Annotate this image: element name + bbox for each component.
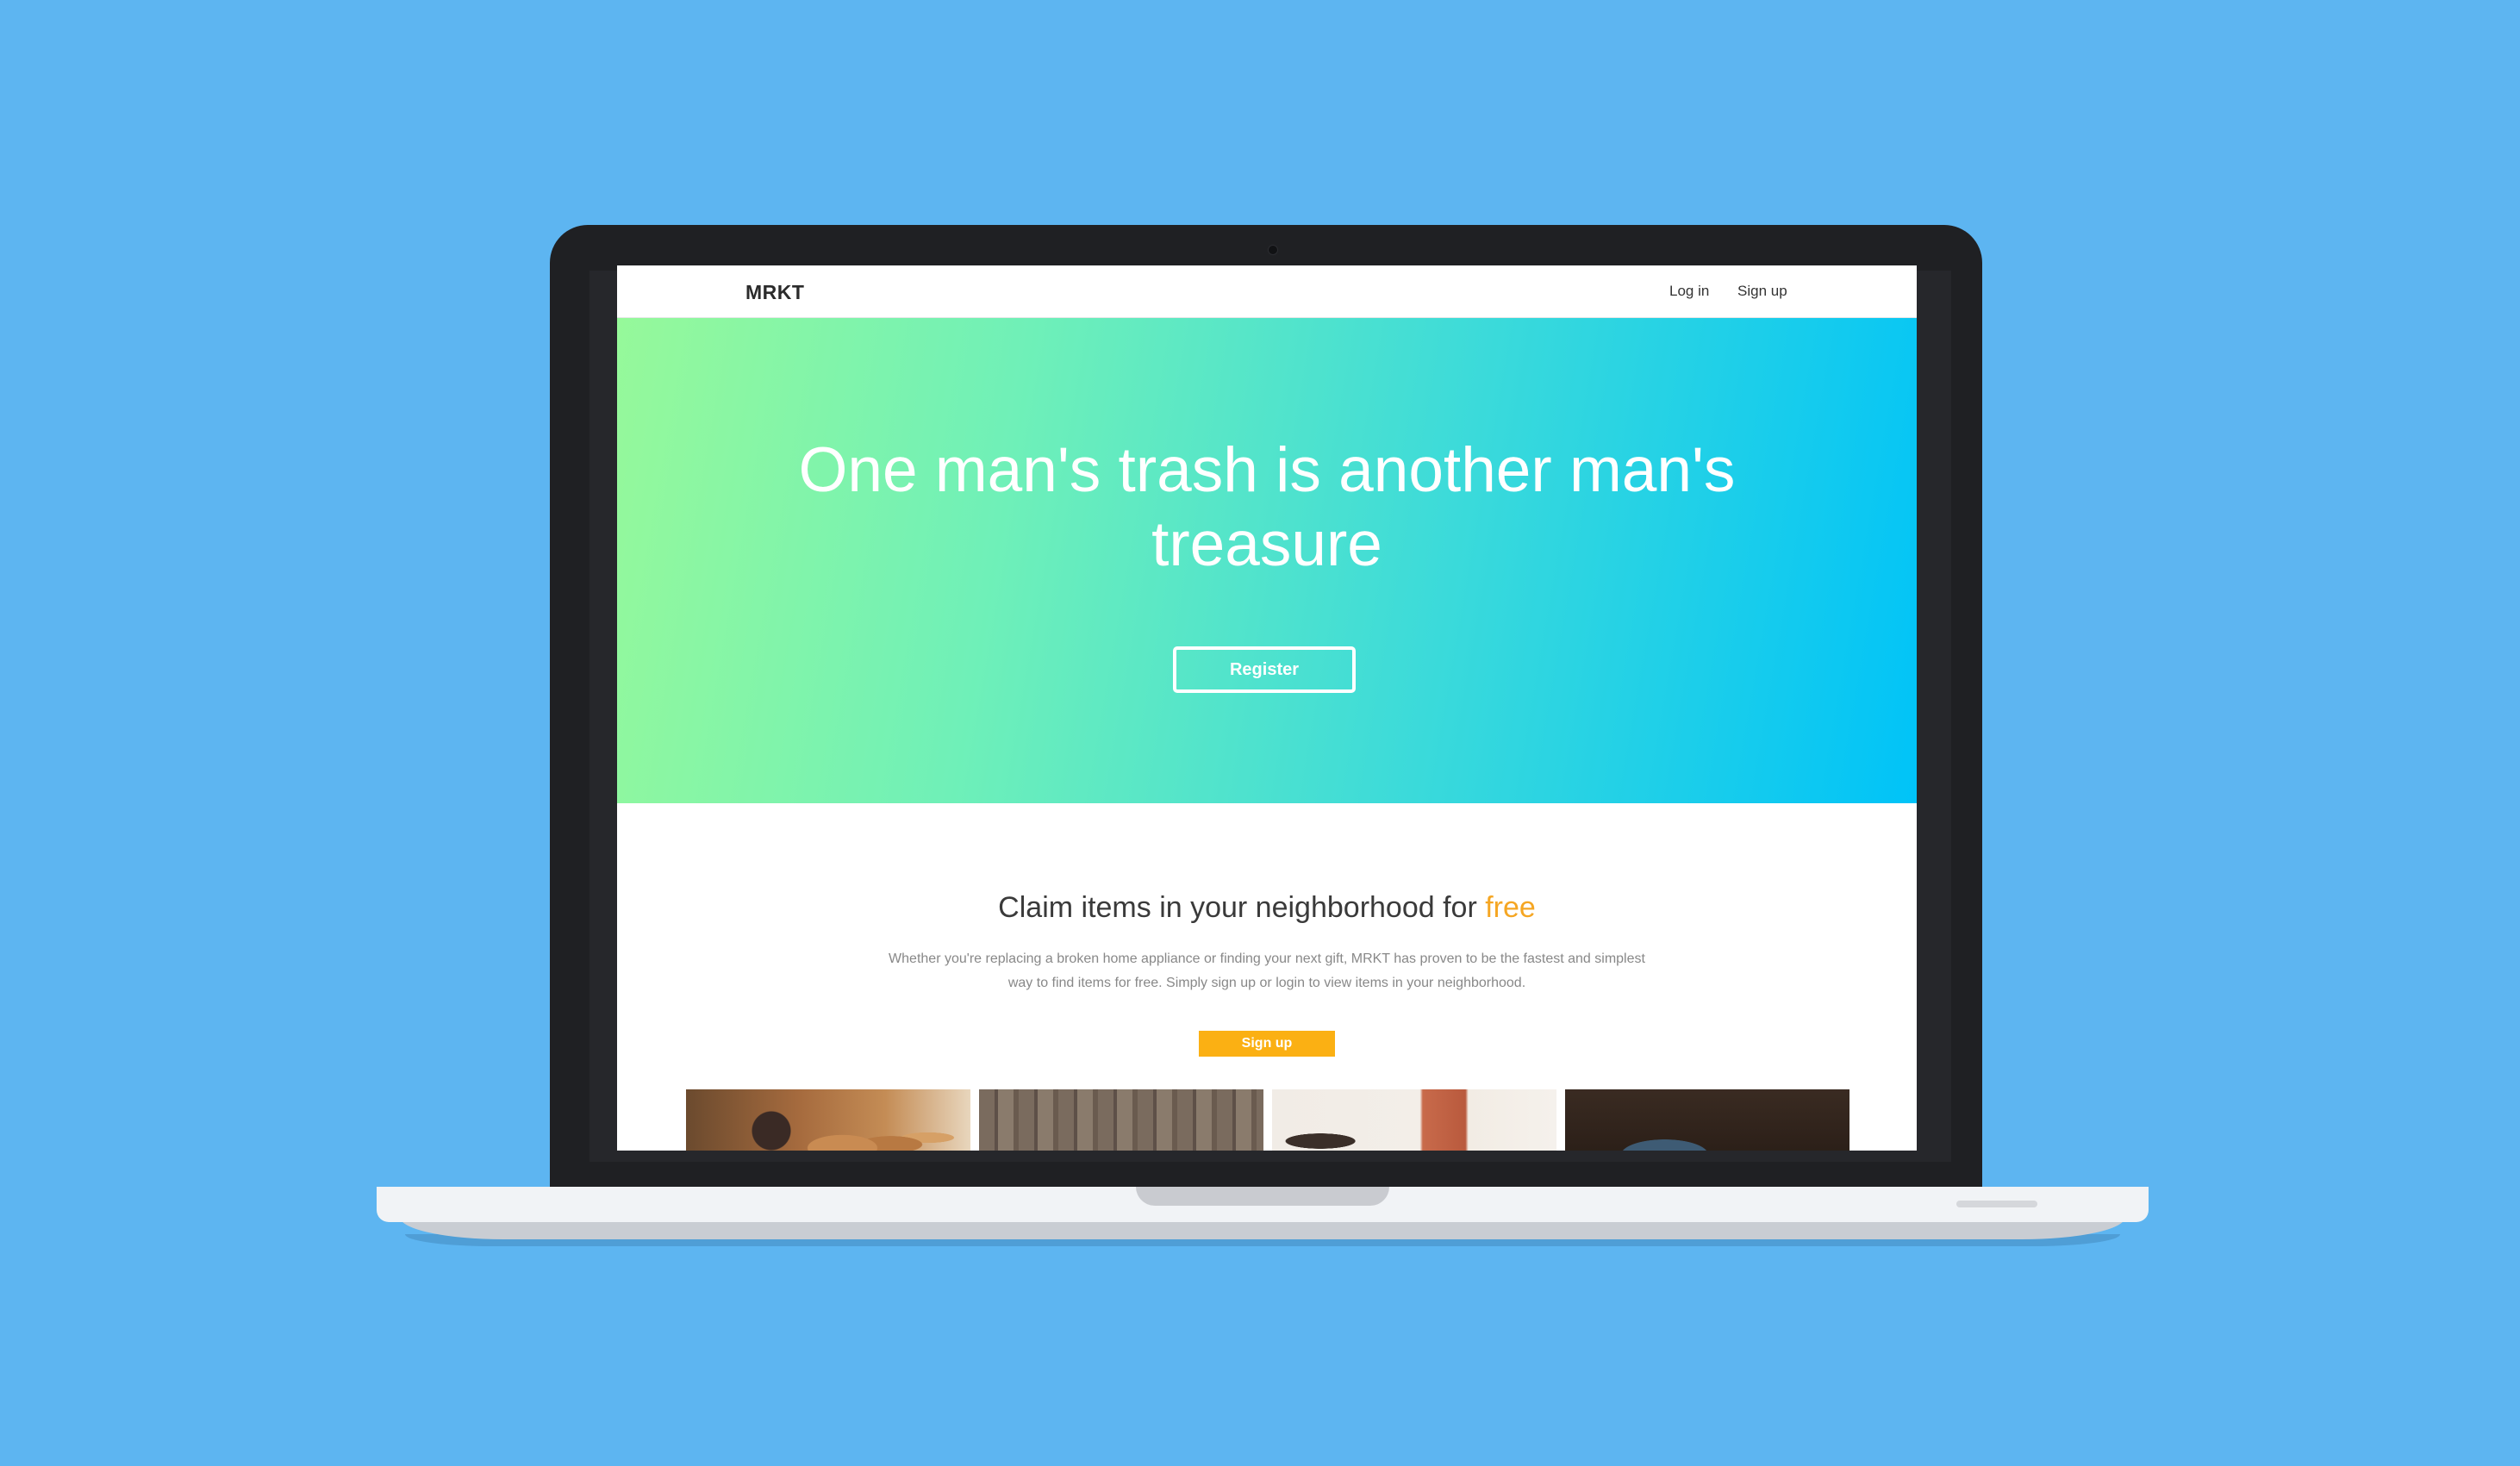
- hero-title: One man's trash is another man's treasur…: [798, 435, 1736, 579]
- register-button[interactable]: Register: [1173, 646, 1356, 693]
- laptop-indicator: [1956, 1201, 2037, 1207]
- gallery-photo-wood-planks[interactable]: [979, 1089, 1263, 1151]
- section-title-highlight: free: [1485, 891, 1536, 924]
- login-link[interactable]: Log in: [1669, 283, 1709, 300]
- signup-button[interactable]: Sign up: [1199, 1031, 1335, 1057]
- section-title-text: Claim items in your neighborhood for: [998, 891, 1486, 924]
- section-title: Claim items in your neighborhood for fre…: [617, 891, 1917, 925]
- hero-banner: One man's trash is another man's treasur…: [617, 318, 1917, 803]
- gallery-photo-dark-wood[interactable]: [1565, 1089, 1849, 1151]
- laptop-notch: [1136, 1187, 1389, 1206]
- laptop-mockup: MRKT Log in Sign up One man's trash is a…: [0, 0, 2520, 1466]
- camera-icon: [1268, 245, 1278, 255]
- top-navbar: MRKT Log in Sign up: [617, 265, 1917, 318]
- browser-screen: MRKT Log in Sign up One man's trash is a…: [617, 265, 1917, 1151]
- signup-link[interactable]: Sign up: [1737, 283, 1787, 300]
- section-description: Whether you're replacing a broken home a…: [889, 951, 1645, 990]
- brand-logo[interactable]: MRKT: [745, 281, 804, 304]
- gallery-photo-leather-chair[interactable]: [1272, 1089, 1556, 1151]
- gallery-photo-wooden-spoons[interactable]: [686, 1089, 970, 1151]
